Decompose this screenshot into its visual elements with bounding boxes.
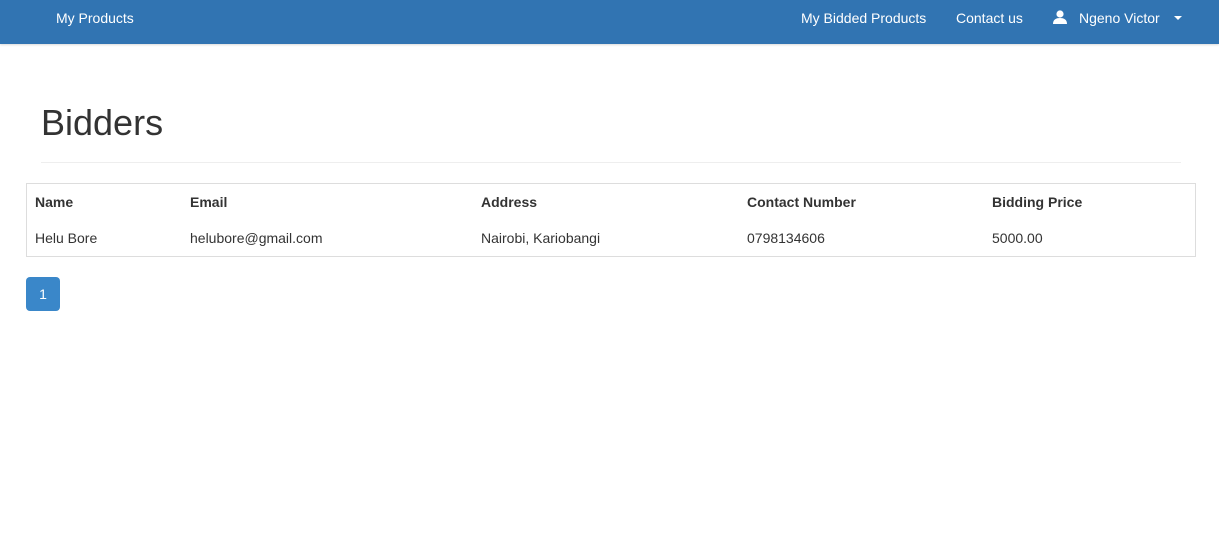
table-header-row: Name Email Address Contact Number Biddin… bbox=[27, 184, 1195, 220]
cell-bidding-price: 5000.00 bbox=[992, 230, 1043, 246]
cell-contact-number: 0798134606 bbox=[747, 230, 825, 246]
column-header-bidding-price: Bidding Price bbox=[992, 194, 1083, 210]
nav-contact-us-link[interactable]: Contact us bbox=[956, 0, 1023, 36]
user-icon bbox=[1053, 10, 1067, 24]
table-row: Helu Bore helubore@gmail.com Nairobi, Ka… bbox=[27, 220, 1195, 256]
page-title: Bidders bbox=[41, 102, 164, 143]
column-header-contact-number: Contact Number bbox=[747, 194, 856, 210]
user-name: Ngeno Victor bbox=[1079, 10, 1160, 26]
column-header-email: Email bbox=[190, 194, 228, 210]
caret-down-icon bbox=[1173, 16, 1182, 20]
nav-my-bidded-products-link[interactable]: My Bidded Products bbox=[801, 0, 926, 36]
bidders-table: Name Email Address Contact Number Biddin… bbox=[27, 184, 1195, 256]
cell-email: helubore@gmail.com bbox=[190, 230, 323, 246]
cell-name: Helu Bore bbox=[35, 230, 98, 246]
user-menu-dropdown[interactable]: Ngeno Victor bbox=[1053, 0, 1182, 36]
pagination-page-1-button[interactable]: 1 bbox=[26, 277, 60, 311]
column-header-name: Name bbox=[35, 194, 74, 210]
title-divider bbox=[41, 162, 1181, 163]
column-header-address: Address bbox=[481, 194, 538, 210]
cell-address: Nairobi, Kariobangi bbox=[481, 230, 601, 246]
bidders-table-container: Name Email Address Contact Number Biddin… bbox=[26, 183, 1196, 257]
top-navbar: My Products My Bidded Products Contact u… bbox=[0, 0, 1219, 44]
nav-my-products-link[interactable]: My Products bbox=[56, 0, 134, 36]
